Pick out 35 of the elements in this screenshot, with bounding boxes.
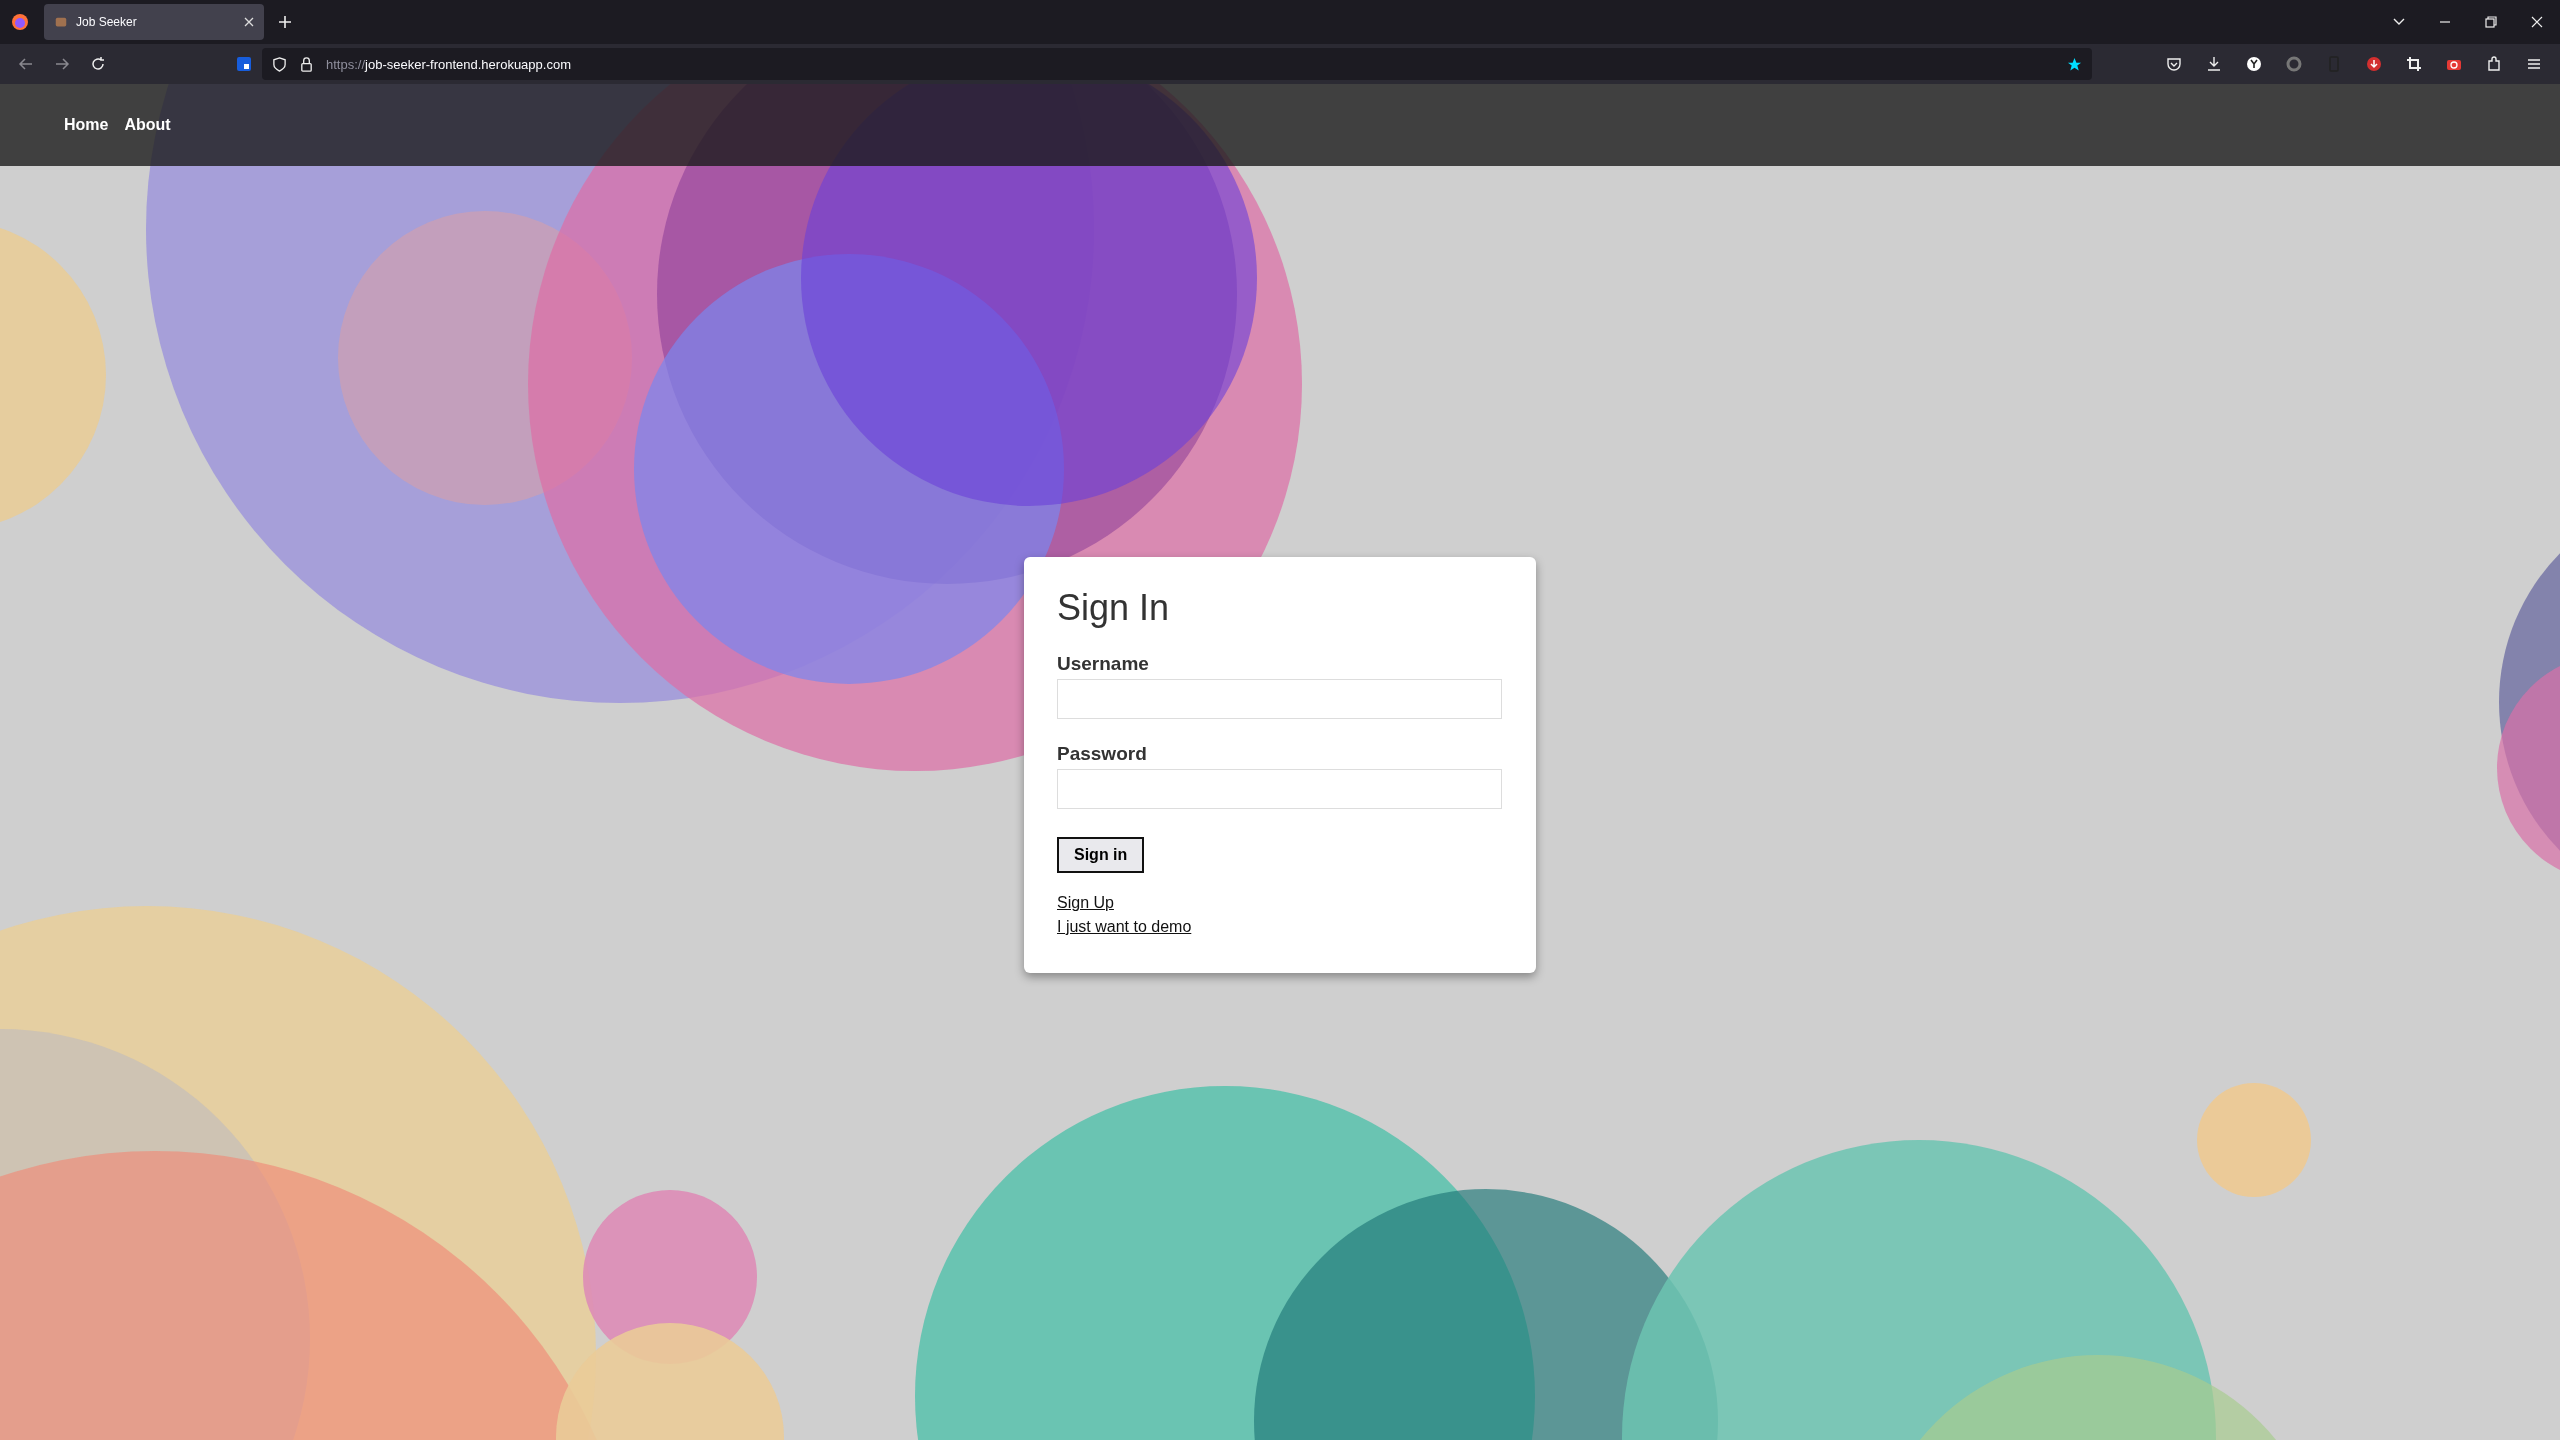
sign-in-button[interactable]: Sign in (1057, 837, 1145, 873)
address-bar[interactable]: https://job-seeker-frontend.herokuapp.com (262, 48, 2092, 80)
nav-link[interactable]: About (124, 116, 171, 134)
download-badge-icon[interactable] (2366, 56, 2382, 72)
input-field[interactable] (1057, 769, 1502, 809)
close-tab-icon[interactable] (244, 17, 254, 27)
ring-icon[interactable] (2286, 56, 2302, 72)
reload-icon[interactable] (90, 56, 106, 72)
browser-tab[interactable]: Job Seeker (44, 4, 264, 40)
circle-badge-icon[interactable] (2246, 56, 2262, 72)
puzzle-icon[interactable] (2486, 56, 2502, 72)
text-link[interactable]: Sign Up (1057, 891, 1114, 915)
field-label: Password (1057, 743, 1147, 765)
shield-icon (272, 56, 287, 72)
star-icon[interactable] (2067, 56, 2082, 72)
download-icon[interactable] (2206, 56, 2222, 72)
lock-icon (299, 56, 314, 72)
input-field[interactable] (1057, 679, 1502, 719)
back-icon[interactable] (18, 56, 34, 72)
url-text: https://job-seeker-frontend.herokuapp.com (326, 56, 571, 72)
restore-icon[interactable] (2484, 15, 2498, 29)
forward-icon[interactable] (54, 56, 70, 72)
tab-title: Job Seeker (76, 15, 138, 29)
crop-icon[interactable] (2406, 56, 2422, 72)
tab-favicon-icon (54, 15, 68, 29)
menu-icon[interactable] (2526, 56, 2542, 72)
form-title: Sign In (1057, 587, 1170, 629)
field-label: Username (1057, 653, 1149, 675)
close-icon[interactable] (2530, 15, 2544, 29)
nav-link[interactable]: Home (64, 116, 109, 134)
browser-logo-icon[interactable] (10, 12, 30, 32)
text-link[interactable]: I just want to demo (1057, 915, 1192, 939)
pocket-icon[interactable] (2166, 56, 2182, 72)
new-tab-icon[interactable] (278, 15, 292, 29)
shield-lock-icon[interactable] (236, 56, 252, 72)
